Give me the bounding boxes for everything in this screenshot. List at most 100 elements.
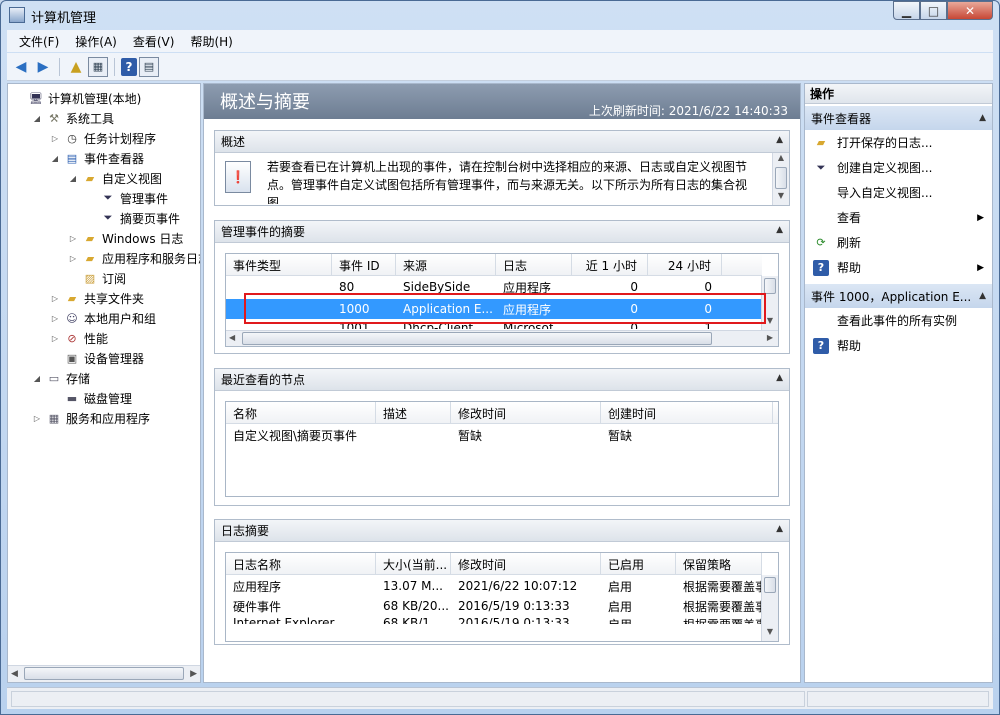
tree-item[interactable]: ▷ ⊘ 性能 <box>50 328 108 348</box>
expand-arrow-icon[interactable]: ▷ <box>50 334 60 343</box>
table-row[interactable]: 1001 Dhcp-Client Microsof... 0 1 <box>226 321 762 329</box>
summary-section-header[interactable]: 管理事件的摘要 ▲ <box>215 221 789 243</box>
expand-arrow-icon[interactable]: ▷ <box>68 254 78 263</box>
expand-arrow-icon[interactable]: ▷ <box>68 234 78 243</box>
overview-scrollbar[interactable]: ▲ ▼ <box>772 153 789 205</box>
collapse-icon[interactable]: ▲ <box>776 225 783 235</box>
action-item[interactable]: ? 帮助 ▶ <box>805 255 992 280</box>
close-button[interactable]: ✕ <box>947 1 993 20</box>
scroll-left-icon[interactable]: ◀ <box>11 669 18 679</box>
help-icon[interactable]: ? <box>121 57 137 76</box>
column-header[interactable]: 修改时间 <box>451 553 601 575</box>
collapse-icon[interactable]: ▲ <box>979 291 986 301</box>
collapse-icon[interactable]: ▲ <box>776 373 783 383</box>
scroll-thumb[interactable] <box>24 667 184 680</box>
actions-group-event-viewer[interactable]: 事件查看器 ▲ <box>805 106 992 130</box>
log-summary-header[interactable]: 日志摘要 ▲ <box>215 520 789 542</box>
action-item[interactable]: 查看此事件的所有实例 <box>805 308 992 333</box>
column-header[interactable]: 近 1 小时 <box>572 254 648 276</box>
table-row[interactable]: 硬件事件 68 KB/20... 2016/5/19 0:13:33 启用 根据… <box>226 596 762 616</box>
column-header[interactable]: 名称 <box>226 402 376 424</box>
collapse-icon[interactable]: ▲ <box>979 113 986 123</box>
tree-item[interactable]: ⏷ 管理事件 <box>86 188 168 208</box>
tree-item[interactable]: ▬ 磁盘管理 <box>50 388 132 408</box>
scroll-thumb[interactable] <box>764 577 776 593</box>
action-item[interactable]: ⏷ 创建自定义视图... <box>805 155 992 180</box>
log-vertical-scrollbar[interactable]: ▼ <box>761 575 778 641</box>
table-row[interactable]: Internet Explorer 68 KB/1... 2016/5/19 0… <box>226 616 762 624</box>
tree-item[interactable]: ◢ ⚒ 系统工具 <box>32 108 114 128</box>
tree-horizontal-scrollbar[interactable]: ◀ ▶ <box>8 665 200 682</box>
tree-item[interactable]: ▷ ▦ 服务和应用程序 <box>32 408 150 428</box>
tree-item[interactable]: ◢ ▰ 自定义视图 <box>68 168 162 188</box>
scroll-down-icon[interactable]: ▼ <box>762 316 778 330</box>
column-header[interactable]: 描述 <box>376 402 451 424</box>
column-header[interactable]: 大小(当前... <box>376 553 451 575</box>
minimize-button[interactable]: ▁ <box>893 1 920 20</box>
collapse-arrow-icon[interactable]: ◢ <box>32 374 42 383</box>
collapse-arrow-icon[interactable]: ◢ <box>32 114 42 123</box>
summary-vertical-scrollbar[interactable]: ▼ <box>761 276 778 330</box>
tree-item[interactable]: 🖥 计算机管理(本地) <box>14 88 141 108</box>
scroll-down-icon[interactable]: ▼ <box>773 191 789 205</box>
column-header[interactable]: 日志 <box>496 254 572 276</box>
tree-item[interactable]: ◢ ▤ 事件查看器 <box>50 148 144 168</box>
table-row[interactable]: 应用程序 13.07 M... 2021/6/22 10:07:12 启用 根据… <box>226 576 762 596</box>
tree-item[interactable]: ◢ ▭ 存储 <box>32 368 90 388</box>
scroll-down-icon[interactable]: ▼ <box>762 627 778 641</box>
summary-horizontal-scrollbar[interactable]: ◀ ▶ <box>226 330 778 346</box>
scroll-thumb[interactable] <box>764 278 776 294</box>
expand-arrow-icon[interactable]: ▷ <box>50 314 60 323</box>
table-row[interactable]: 80 SideBySide 应用程序 0 0 <box>226 277 762 297</box>
expand-arrow-icon[interactable]: ▷ <box>32 414 42 423</box>
column-header[interactable]: 来源 <box>396 254 496 276</box>
column-header[interactable]: 事件类型 <box>226 254 332 276</box>
up-folder-icon[interactable]: ▲ <box>66 57 86 77</box>
tree-item[interactable]: ▨ 订阅 <box>68 268 126 288</box>
menu-action[interactable]: 操作(A) <box>67 33 125 50</box>
tree-item[interactable]: ▷ ▰ 共享文件夹 <box>50 288 144 308</box>
column-header[interactable]: 创建时间 <box>601 402 773 424</box>
menu-view[interactable]: 查看(V) <box>125 33 183 50</box>
column-header[interactable]: 事件 ID <box>332 254 396 276</box>
column-header[interactable]: 修改时间 <box>451 402 601 424</box>
maximize-button[interactable]: □ <box>920 1 947 20</box>
back-arrow-icon[interactable]: ◀ <box>11 57 31 77</box>
table-row-selected[interactable]: 1000 Application E... 应用程序 0 0 <box>226 299 762 319</box>
collapse-arrow-icon[interactable]: ◢ <box>50 154 60 163</box>
expand-arrow-icon[interactable]: ▷ <box>50 294 60 303</box>
action-item[interactable]: 查看 ▶ <box>805 205 992 230</box>
scroll-thumb[interactable] <box>775 167 787 189</box>
scroll-thumb[interactable] <box>242 332 712 345</box>
action-item[interactable]: ⟳ 刷新 <box>805 230 992 255</box>
collapse-icon[interactable]: ▲ <box>776 135 783 145</box>
action-item[interactable]: 导入自定义视图... <box>805 180 992 205</box>
scroll-right-icon[interactable]: ▶ <box>767 333 773 342</box>
tree-item[interactable]: ▷ ▰ Windows 日志 <box>68 228 183 248</box>
overview-section-header[interactable]: 概述 ▲ <box>215 131 789 153</box>
scroll-left-icon[interactable]: ◀ <box>229 333 235 342</box>
tree-item[interactable]: ⏷ 摘要页事件 <box>86 208 180 228</box>
actions-group-event-1000[interactable]: 事件 1000，Application E... ▲ <box>805 284 992 308</box>
column-header[interactable]: 24 小时 <box>648 254 722 276</box>
scroll-up-icon[interactable]: ▲ <box>773 153 789 167</box>
menu-file[interactable]: 文件(F) <box>11 33 67 50</box>
tree-item[interactable]: ▷ ▰ 应用程序和服务日志 <box>68 248 200 268</box>
recent-section-header[interactable]: 最近查看的节点 ▲ <box>215 369 789 391</box>
title-bar[interactable]: 计算机管理 ▁ □ ✕ <box>1 1 999 29</box>
collapse-icon[interactable]: ▲ <box>776 524 783 534</box>
collapse-arrow-icon[interactable]: ◢ <box>68 174 78 183</box>
tree-item[interactable]: ▣ 设备管理器 <box>50 348 144 368</box>
column-header[interactable]: 已启用 <box>601 553 676 575</box>
scroll-right-icon[interactable]: ▶ <box>190 669 197 679</box>
tree-item[interactable]: ▷ ◷ 任务计划程序 <box>50 128 156 148</box>
show-hide-action-pane-icon[interactable]: ▤ <box>139 56 159 77</box>
table-row[interactable]: 自定义视图\摘要页事件 暂缺 暂缺 <box>226 425 778 445</box>
menu-help[interactable]: 帮助(H) <box>182 33 240 50</box>
action-item[interactable]: ? 帮助 <box>805 333 992 358</box>
column-header[interactable]: 保留策略 <box>676 553 762 575</box>
show-hide-tree-icon[interactable]: ▦ <box>88 56 108 77</box>
action-item[interactable]: ▰ 打开保存的日志... <box>805 130 992 155</box>
tree-item[interactable]: ▷ ☺ 本地用户和组 <box>50 308 156 328</box>
column-header[interactable]: 日志名称 <box>226 553 376 575</box>
